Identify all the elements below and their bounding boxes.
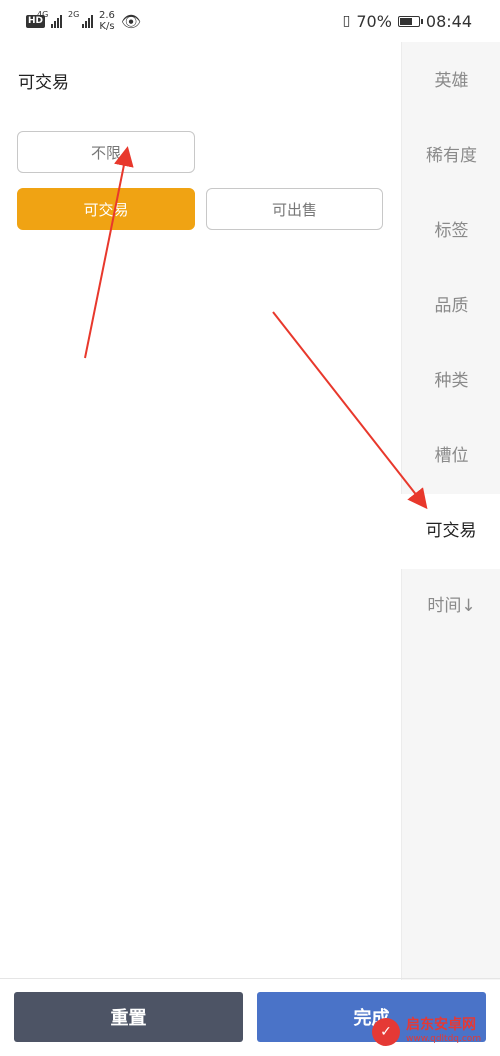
footer-divider [0, 978, 500, 979]
category-sidebar: 英雄 稀有度 标签 品质 种类 槽位 可交易 时间↓ [401, 42, 500, 980]
signal-icon-2: 2G [68, 10, 94, 28]
option-sellable[interactable]: 可出售 [206, 188, 383, 230]
watermark-text: 启东安卓网 www.qdltdq.com [406, 1018, 481, 1046]
sidebar-item-hero[interactable]: 英雄 [402, 44, 500, 119]
speed-unit: K/s [99, 21, 115, 32]
vibrate-icon: ▯ [342, 13, 351, 29]
option-tradable[interactable]: 可交易 [17, 188, 195, 230]
watermark-url: www.qdltdq.com [406, 1034, 482, 1044]
battery-icon [397, 15, 423, 27]
status-left: HD 4G 2G 2.6 K/s 👁 [26, 10, 141, 32]
sidebar-item-tradable[interactable]: 可交易 [401, 494, 500, 569]
signal-icon-1: 4G [37, 10, 63, 28]
watermark: ✓ 启东安卓网 www.qdltdq.com [372, 1012, 500, 1052]
reset-button[interactable]: 重置 [14, 992, 243, 1042]
annotation-arrow-up [84, 146, 134, 359]
sidebar-item-slot[interactable]: 槽位 [402, 419, 500, 494]
clock: 08:44 [425, 11, 472, 31]
sidebar-item-time[interactable]: 时间↓ [402, 569, 500, 644]
sidebar-item-type[interactable]: 种类 [402, 344, 500, 419]
network-type-2: 2G [68, 10, 80, 19]
sidebar-item-rarity[interactable]: 稀有度 [402, 119, 500, 194]
status-bar: HD 4G 2G 2.6 K/s 👁 ▯ 70% 08:44 [0, 0, 500, 42]
status-right: ▯ 70% 08:44 [343, 10, 472, 32]
sidebar-item-tag[interactable]: 标签 [402, 194, 500, 269]
network-type-1: 4G [37, 10, 49, 19]
watermark-name: 启东安卓网 [406, 1017, 476, 1033]
eye-icon: 👁 [120, 11, 142, 31]
section-title: 可交易 [18, 73, 69, 93]
sidebar-item-quality[interactable]: 品质 [402, 269, 500, 344]
watermark-logo-icon: ✓ [372, 1018, 400, 1046]
network-speed: 2.6 K/s [99, 10, 115, 32]
battery-percent: 70% [356, 11, 392, 31]
option-unlimited[interactable]: 不限 [17, 131, 195, 173]
speed-value: 2.6 [99, 10, 115, 21]
